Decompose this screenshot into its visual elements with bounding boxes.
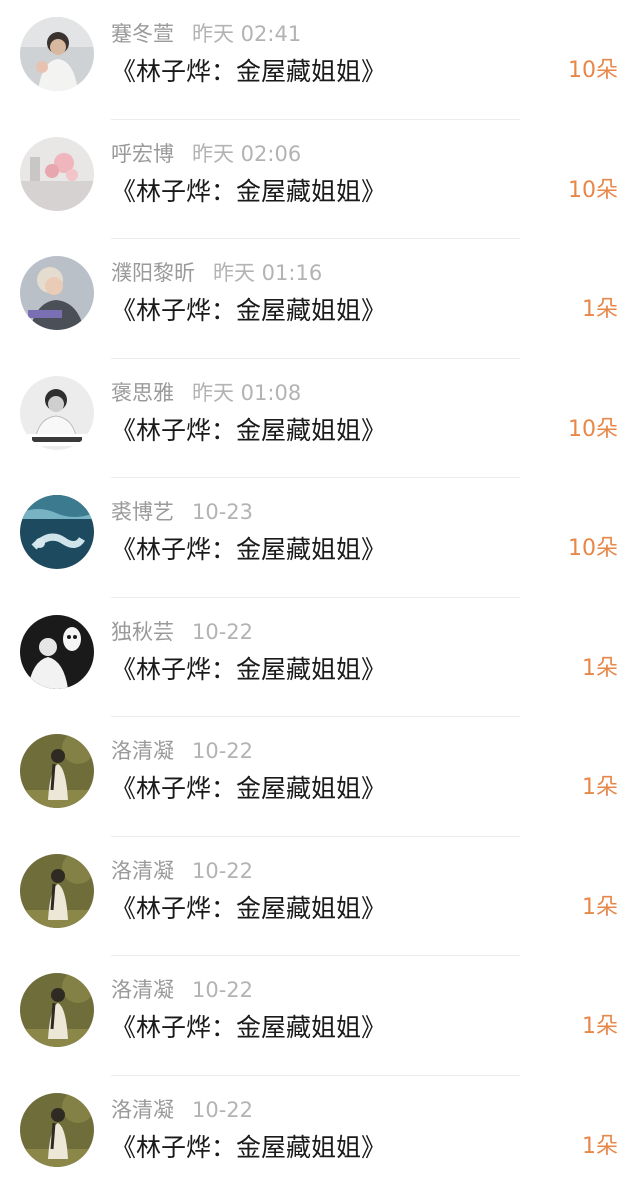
book-title[interactable]: 《林子烨：金屋藏姐姐》 <box>111 532 386 568</box>
gift-time: 昨天 01:08 <box>192 380 302 405</box>
user-avatar[interactable] <box>20 973 94 1047</box>
avatar-olive-figure-icon <box>20 853 94 928</box>
user-name[interactable]: 洛清凝 <box>111 978 174 1002</box>
gift-meta: 褒思雅 昨天 01:08 <box>111 379 301 407</box>
user-avatar[interactable] <box>20 495 94 569</box>
list-item[interactable]: 裘博艺 10-23 《林子烨：金屋藏姐姐》 10朵 <box>0 478 640 598</box>
book-title[interactable]: 《林子烨：金屋藏姐姐》 <box>111 54 386 90</box>
book-title[interactable]: 《林子烨：金屋藏姐姐》 <box>111 413 386 449</box>
gift-meta: 蹇冬萱 昨天 02:41 <box>111 20 301 48</box>
list-item[interactable]: 洛清凝 10-22 《林子烨：金屋藏姐姐》 1朵 <box>0 1076 640 1188</box>
user-avatar[interactable] <box>20 136 94 211</box>
gift-time: 10-22 <box>192 739 254 763</box>
avatar-bw-portrait-icon <box>20 375 94 450</box>
user-avatar[interactable] <box>20 375 94 450</box>
user-name[interactable]: 洛清凝 <box>111 739 174 763</box>
user-name[interactable]: 裘博艺 <box>111 500 174 524</box>
avatar-bw-mask-icon <box>20 614 94 689</box>
gift-amount: 1朵 <box>582 894 618 920</box>
gift-amount: 1朵 <box>582 655 618 681</box>
list-item[interactable]: 濮阳黎昕 昨天 01:16 《林子烨：金屋藏姐姐》 1朵 <box>0 239 640 359</box>
user-name[interactable]: 独秋芸 <box>111 620 174 644</box>
gift-meta: 独秋芸 10-22 <box>111 618 253 646</box>
gift-amount: 1朵 <box>582 775 618 800</box>
gift-amount: 10朵 <box>568 416 618 442</box>
user-name[interactable]: 洛清凝 <box>111 859 174 883</box>
avatar-pink-roses-icon <box>20 136 94 211</box>
user-avatar[interactable] <box>20 614 94 689</box>
user-name[interactable]: 蹇冬萱 <box>111 22 174 46</box>
list-item[interactable]: 洛清凝 10-22 《林子烨：金屋藏姐姐》 1朵 <box>0 717 640 837</box>
gift-time: 昨天 02:06 <box>192 141 302 166</box>
avatar-olive-figure-icon <box>20 1092 94 1167</box>
gift-amount: 10朵 <box>568 177 618 203</box>
gift-meta: 洛清凝 10-22 <box>111 737 253 765</box>
user-avatar[interactable] <box>20 853 94 928</box>
avatar-underwater-icon <box>20 495 94 569</box>
gift-amount: 10朵 <box>568 536 618 561</box>
gift-meta: 裘博艺 10-23 <box>111 498 253 526</box>
gift-amount: 1朵 <box>582 1133 618 1159</box>
avatar-man-white-shirt-icon <box>20 17 94 91</box>
gift-meta: 洛清凝 10-22 <box>111 1096 253 1124</box>
book-title[interactable]: 《林子烨：金屋藏姐姐》 <box>111 1130 386 1166</box>
list-item[interactable]: 蹇冬萱 昨天 02:41 《林子烨：金屋藏姐姐》 10朵 <box>0 0 640 120</box>
gift-amount: 10朵 <box>568 58 618 83</box>
book-title[interactable]: 《林子烨：金屋藏姐姐》 <box>111 891 386 927</box>
book-title[interactable]: 《林子烨：金屋藏姐姐》 <box>111 771 386 807</box>
list-item[interactable]: 褒思雅 昨天 01:08 《林子烨：金屋藏姐姐》 10朵 <box>0 359 640 478</box>
list-item[interactable]: 洛清凝 10-22 《林子烨：金屋藏姐姐》 1朵 <box>0 837 640 956</box>
user-name[interactable]: 洛清凝 <box>111 1098 174 1122</box>
gift-meta: 濮阳黎昕 昨天 01:16 <box>111 259 322 287</box>
gift-time: 昨天 01:16 <box>213 261 323 285</box>
gift-time: 10-22 <box>192 1097 254 1122</box>
gift-time: 10-22 <box>192 978 254 1002</box>
gift-meta: 洛清凝 10-22 <box>111 976 253 1004</box>
gift-meta: 洛清凝 10-22 <box>111 857 253 885</box>
user-name[interactable]: 濮阳黎昕 <box>111 261 195 285</box>
book-title[interactable]: 《林子烨：金屋藏姐姐》 <box>111 174 386 210</box>
avatar-boy-portrait-icon <box>20 256 94 330</box>
book-title[interactable]: 《林子烨：金屋藏姐姐》 <box>111 1010 386 1046</box>
gift-time: 10-22 <box>192 858 254 883</box>
list-item[interactable]: 独秋芸 10-22 《林子烨：金屋藏姐姐》 1朵 <box>0 598 640 717</box>
list-item[interactable]: 洛清凝 10-22 《林子烨：金屋藏姐姐》 1朵 <box>0 956 640 1076</box>
user-name[interactable]: 呼宏博 <box>111 142 174 166</box>
user-avatar[interactable] <box>20 734 94 808</box>
avatar-olive-figure-icon <box>20 734 94 808</box>
user-name[interactable]: 褒思雅 <box>111 381 174 405</box>
gift-meta: 呼宏博 昨天 02:06 <box>111 140 301 168</box>
user-avatar[interactable] <box>20 17 94 91</box>
gift-amount: 1朵 <box>582 297 618 322</box>
user-avatar[interactable] <box>20 256 94 330</box>
avatar-olive-figure-icon <box>20 973 94 1047</box>
book-title[interactable]: 《林子烨：金屋藏姐姐》 <box>111 652 386 688</box>
gift-time: 昨天 02:41 <box>192 22 302 46</box>
gift-record-list: 蹇冬萱 昨天 02:41 《林子烨：金屋藏姐姐》 10朵 呼宏博 昨天 02:06 … <box>0 0 640 1188</box>
gift-time: 10-22 <box>192 619 254 644</box>
gift-amount: 1朵 <box>582 1014 618 1039</box>
user-avatar[interactable] <box>20 1092 94 1167</box>
book-title[interactable]: 《林子烨：金屋藏姐姐》 <box>111 293 386 329</box>
gift-time: 10-23 <box>192 500 254 524</box>
list-item[interactable]: 呼宏博 昨天 02:06 《林子烨：金屋藏姐姐》 10朵 <box>0 120 640 239</box>
